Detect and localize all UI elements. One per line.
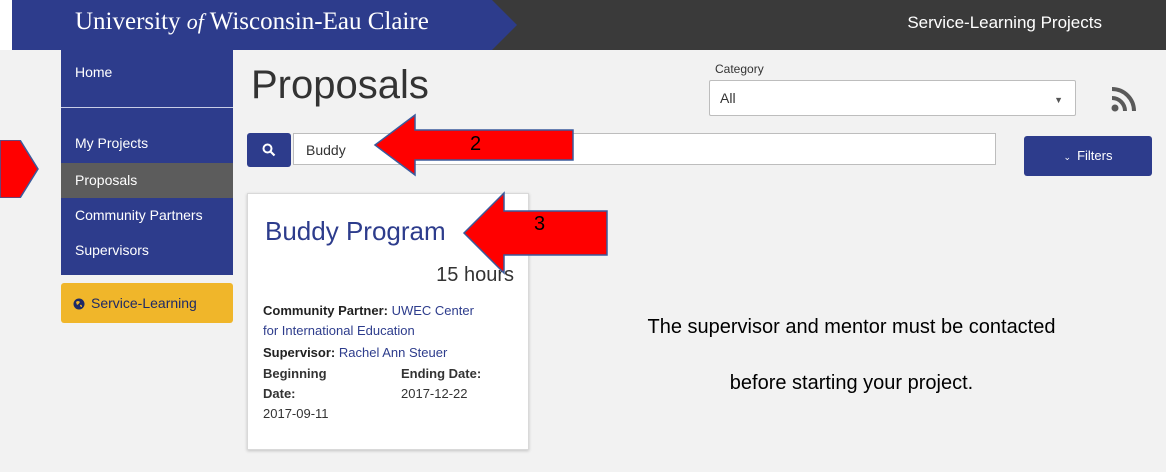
service-learning-label: Service-Learning <box>91 295 197 311</box>
category-select[interactable]: All ▼ <box>709 80 1076 116</box>
rss-icon[interactable] <box>1111 86 1137 112</box>
beginning-date-label-2: Date: <box>263 386 296 401</box>
sidebar-nav: Home My Projects Proposals Community Par… <box>61 50 233 275</box>
globe-icon <box>73 283 85 323</box>
annotation-number-3: 3 <box>534 213 546 235</box>
community-partner-row-cont: for International Education <box>263 321 415 341</box>
header-edge <box>0 0 12 50</box>
beginning-date-value: 2017-09-11 <box>263 406 329 421</box>
category-label: Category <box>715 62 764 76</box>
community-partner-label: Community Partner: <box>263 303 388 318</box>
annotation-note-line-1: The supervisor and mentor must be contac… <box>647 316 1056 338</box>
beginning-date-label: Beginning <box>263 366 327 381</box>
annotation-arrow-1 <box>0 140 39 198</box>
project-title-link[interactable]: Buddy Program <box>265 216 446 247</box>
sidebar-item-home[interactable]: Home <box>75 64 112 80</box>
supervisor-row: Supervisor: Rachel Ann Steuer <box>263 343 447 363</box>
university-logo-text[interactable]: University of Wisconsin-Eau Claire <box>75 8 429 36</box>
supervisor-link[interactable]: Rachel Ann Steuer <box>339 345 447 360</box>
chevron-down-icon: ▼ <box>1054 95 1063 105</box>
sidebar-divider <box>61 107 233 108</box>
sidebar-item-proposals[interactable]: Proposals <box>61 163 233 198</box>
community-partner-link-cont[interactable]: for International Education <box>263 323 415 338</box>
ending-date-value: 2017-12-22 <box>401 386 468 401</box>
search-icon <box>262 143 276 157</box>
supervisor-label: Supervisor: <box>263 345 336 360</box>
sidebar-item-my-projects[interactable]: My Projects <box>61 126 233 161</box>
annotation-note-line-2: before starting your project. <box>729 372 974 394</box>
ending-date-label: Ending Date: <box>401 366 482 381</box>
sidebar-item-supervisors[interactable]: Supervisors <box>61 233 233 268</box>
service-learning-button[interactable]: Service-Learning <box>61 283 233 323</box>
ending-date-col: Ending Date: 2017-12-22 <box>401 364 481 404</box>
sidebar-item-community-partners[interactable]: Community Partners <box>61 198 233 233</box>
filters-label: Filters <box>1077 148 1113 163</box>
filters-button[interactable]: ⌄ Filters <box>1024 136 1152 176</box>
chevron-down-icon: ⌄ <box>1063 152 1072 162</box>
community-partner-link[interactable]: UWEC Center <box>392 303 474 318</box>
category-selected-value: All <box>720 90 736 106</box>
search-button[interactable] <box>247 133 291 167</box>
site-title[interactable]: Service-Learning Projects <box>907 13 1102 33</box>
annotation-number-2: 2 <box>470 133 482 155</box>
search-input-value: Buddy <box>306 142 346 158</box>
beginning-date-col: Beginning Date: 2017-09-11 <box>263 364 329 424</box>
page-title: Proposals <box>251 63 429 107</box>
community-partner-row: Community Partner: UWEC Center <box>263 301 474 321</box>
